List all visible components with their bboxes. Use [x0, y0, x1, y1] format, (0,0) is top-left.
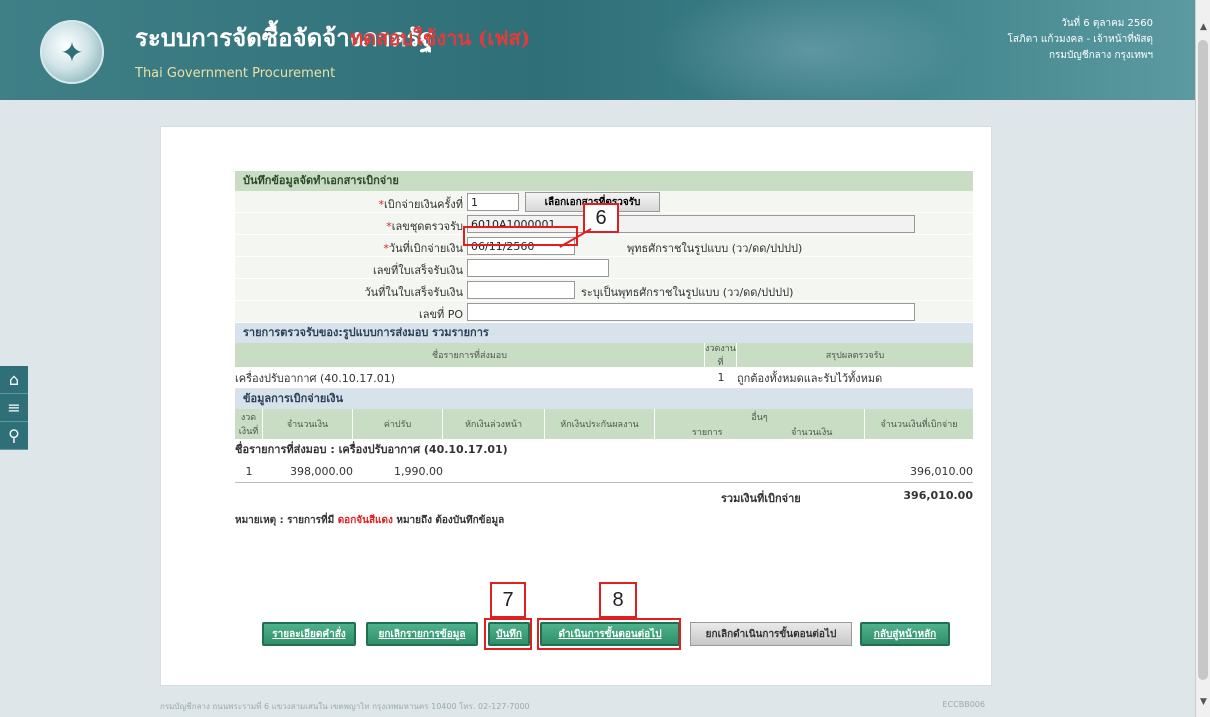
item-name: เครื่องปรับอากาศ (40.10.17.01) — [235, 371, 396, 385]
left-toolbar: ⌂ ≡ ⚲ — [0, 366, 28, 450]
col-fine: ค่าปรับ — [353, 409, 443, 439]
table-row: 1 398,000.00 1,990.00 396,010.00 — [235, 461, 973, 483]
pay-row-total: 396,010.00 — [910, 465, 973, 478]
scroll-up-icon[interactable]: ▲ — [1196, 22, 1210, 38]
table-row: เครื่องปรับอากาศ (40.10.17.01) 1 ถูกต้อง… — [235, 367, 973, 389]
pay-date-label: วันที่เบิกจ่ายเงิน — [388, 242, 463, 255]
col-other-title: อื่นๆ — [751, 412, 768, 423]
receipt-date-label: วันที่ในใบเสร็จรับเงิน — [364, 286, 463, 299]
installment-input[interactable] — [467, 193, 519, 211]
highlight-next-step — [537, 618, 681, 650]
col-other-amount: จำนวนเงิน — [791, 427, 833, 438]
col-amount: จำนวนเงิน — [263, 409, 353, 439]
pay-row-fine: 1,990.00 — [394, 465, 443, 478]
col-item-name: ชื่อรายการที่ส่งมอบ — [235, 343, 705, 367]
footer-code: ECCBB006 — [942, 700, 985, 709]
col-advance: หักเงินล่วงหน้า — [443, 409, 545, 439]
po-label: เลขที่ PO — [418, 308, 463, 321]
receipt-date-row: วันที่ในใบเสร็จรับเงิน ระบุเป็นพุทธศักรา… — [235, 279, 973, 301]
item-period: 1 — [717, 371, 725, 384]
sum-label: รวมเงินที่เบิกจ่าย — [721, 492, 801, 505]
highlight-pay-date — [463, 226, 578, 246]
col-other: อื่นๆ รายการ จำนวนเงิน — [655, 409, 865, 439]
pay-group-title: ชื่อรายการที่ส่งมอบ : เครื่องปรับอากาศ (… — [235, 443, 508, 456]
header-decoration — [640, 0, 980, 100]
home-icon[interactable]: ⌂ — [0, 366, 28, 394]
user-info: วันที่ 6 ตุลาคม 2560 โสภิตา แก้วมงคล - เ… — [1008, 16, 1153, 64]
receipt-no-row: เลขที่ใบเสร็จรับเงิน — [235, 257, 973, 279]
date-text: วันที่ 6 ตุลาคม 2560 — [1061, 18, 1153, 29]
payment-table-header: งวดเงินที่ จำนวนเงิน ค่าปรับ หักเงินล่วง… — [235, 409, 973, 439]
col-result: สรุปผลตรวจรับ — [825, 351, 885, 361]
po-input[interactable] — [467, 303, 915, 321]
receipt-no-label: เลขที่ใบเสร็จรับเงิน — [373, 264, 463, 277]
callout-8: 8 — [599, 582, 637, 618]
cancel-data-button[interactable]: ยกเลิกรายการข้อมูล — [366, 622, 478, 646]
app-env-label: ทดสอบใช้งาน (เฟส) — [350, 26, 531, 50]
section-header: บันทึกข้อมูลจัดทำเอกสารเบิกจ่าย — [235, 171, 973, 191]
footer: กรมบัญชีกลาง ถนนพระรามที่ 6 แขวงสามเสนใน… — [160, 700, 995, 713]
pay-date-row: *วันที่เบิกจ่ายเงิน พุทธศักราชในรูปแบบ (… — [235, 235, 973, 257]
inspect-no-label: เลขชุดตรวจรับ — [391, 220, 463, 233]
user-text: โสภิตา แก้วมงคล - เจ้าหน้าที่พัสดุ — [1007, 34, 1153, 45]
po-row: เลขที่ PO — [235, 301, 973, 323]
note-prefix: หมายเหตุ : รายการที่มี — [235, 515, 335, 526]
callout-7: 7 — [490, 582, 526, 618]
pay-row-period: 1 — [245, 465, 253, 478]
installment-label: เบิกจ่ายเงินครั้งที่ — [383, 198, 463, 211]
section-header: ข้อมูลการเบิกจ่ายเงิน — [235, 389, 973, 409]
app-title-en: Thai Government Procurement — [135, 66, 336, 81]
note-red: ดอกจันสีแดง — [337, 515, 393, 526]
col-other-item: รายการ — [692, 427, 723, 438]
search-icon[interactable]: ⚲ — [0, 422, 28, 450]
highlight-save — [484, 618, 532, 650]
sum-value: 396,010.00 — [903, 489, 973, 502]
col-period: งวดงานที่ — [705, 343, 737, 368]
note-suffix: หมายถึง ต้องบันทึกข้อมูล — [396, 515, 505, 526]
item-result: ถูกต้องทั้งหมดและรับไว้ทั้งหมด — [737, 371, 883, 385]
org-text: กรมบัญชีกลาง กรุงเทพฯ — [1048, 50, 1153, 61]
pay-date-hint: พุทธศักราชในรูปแบบ (วว/ดด/ปปปป) — [627, 242, 803, 255]
menu-icon[interactable]: ≡ — [0, 394, 28, 422]
cancel-next-step-button[interactable]: ยกเลิกดำเนินการขั้นตอนต่อไป — [690, 622, 852, 646]
app-header: ✦ ระบบการจัดซื้อจัดจ้างภาครัฐ ทดสอบใช้งา… — [0, 0, 1195, 100]
sum-row: รวมเงินที่เบิกจ่าย 396,010.00 — [235, 483, 973, 507]
scroll-down-icon[interactable]: ▼ — [1196, 697, 1210, 713]
col-total: จำนวนเงินที่เบิกจ่าย — [880, 420, 958, 430]
section-header: รายการตรวจรับของ:รูปแบบการส่งมอบ รวมรายก… — [235, 323, 973, 343]
receipt-date-input[interactable] — [467, 281, 575, 299]
receipt-no-input[interactable] — [467, 259, 609, 277]
garuda-logo-icon: ✦ — [40, 20, 104, 84]
pay-row-amount: 398,000.00 — [290, 465, 353, 478]
col-retention: หักเงินประกันผลงาน — [545, 409, 655, 439]
items-table-header: ชื่อรายการที่ส่งมอบ งวดงานที่ สรุปผลตรวจ… — [235, 343, 973, 368]
col-pay-period: งวดเงินที่ — [235, 409, 263, 439]
footer-text: กรมบัญชีกลาง ถนนพระรามที่ 6 แขวงสามเสนใน… — [160, 702, 530, 711]
vertical-scrollbar[interactable]: ▲ ▼ — [1195, 0, 1210, 717]
back-home-button[interactable]: กลับสู่หน้าหลัก — [860, 622, 950, 646]
scroll-thumb[interactable] — [1198, 40, 1208, 680]
note: หมายเหตุ : รายการที่มี ดอกจันสีแดง หมายถ… — [235, 507, 973, 535]
receipt-date-hint: ระบุเป็นพุทธศักราชในรูปแบบ (วว/ดด/ปปปป) — [581, 286, 794, 299]
order-detail-button[interactable]: รายละเอียดคำสั่ง — [262, 622, 356, 646]
